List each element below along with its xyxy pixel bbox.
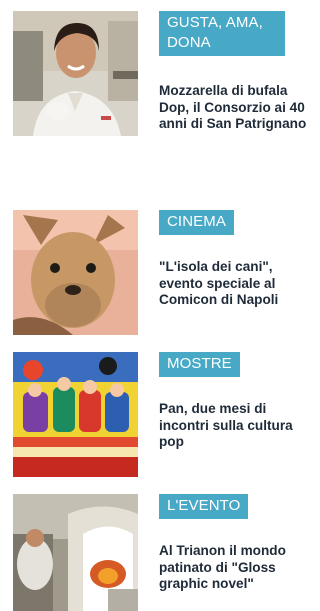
category-label[interactable]: MOSTRE [159, 352, 240, 377]
article-thumbnail[interactable] [13, 494, 138, 611]
yellow-submarine-art-image [13, 352, 138, 477]
article-thumbnail[interactable] [13, 11, 138, 136]
article-title[interactable]: Pan, due mesi di incontri sulla cultura … [159, 401, 315, 451]
dog-still-image [13, 210, 138, 335]
article-title[interactable]: "L'isola dei cani", evento speciale al C… [159, 259, 315, 309]
article-card: MOSTRE Pan, due mesi di incontri sulla c… [0, 352, 320, 477]
article-thumbnail[interactable] [13, 352, 138, 477]
category-label[interactable]: CINEMA [159, 210, 234, 235]
article-card: CINEMA "L'isola dei cani", evento specia… [0, 210, 320, 335]
category-label[interactable]: L'EVENTO [159, 494, 249, 519]
article-thumbnail[interactable] [13, 210, 138, 335]
article-title[interactable]: Al Trianon il mondo patinato di "Gloss g… [159, 543, 315, 593]
theatre-interior-image [13, 494, 138, 611]
article-card: L'EVENTO Al Trianon il mondo patinato di… [0, 494, 320, 611]
chef-portrait-image [13, 11, 138, 136]
category-label[interactable]: GUSTA, AMA, DONA [159, 11, 285, 56]
article-card: GUSTA, AMA, DONA Mozzarella di bufala Do… [0, 11, 320, 201]
article-title[interactable]: Mozzarella di bufala Dop, il Consorzio a… [159, 83, 315, 133]
article-feed: GUSTA, AMA, DONA Mozzarella di bufala Do… [0, 0, 320, 611]
